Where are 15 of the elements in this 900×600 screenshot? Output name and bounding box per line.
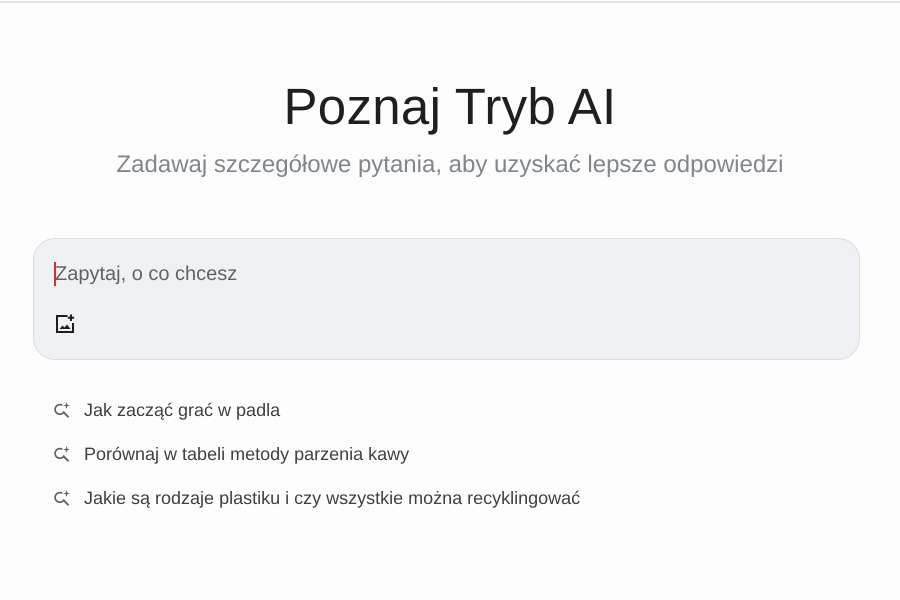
page-title: Poznaj Tryb AI (283, 77, 617, 137)
add-image-button[interactable] (54, 313, 76, 335)
search-box[interactable]: Zapytaj, o co chcesz (33, 238, 860, 360)
image-plus-icon (55, 314, 75, 334)
suggestion-text: Jak zacząć grać w padla (84, 400, 280, 420)
search-input[interactable]: Zapytaj, o co chcesz (54, 261, 839, 287)
suggestion-text: Jakie są rodzaje plastiku i czy wszystkie można recyklingować (84, 488, 580, 508)
suggestion-item[interactable]: Jak zacząć grać w padla (53, 398, 580, 422)
suggestion-item[interactable]: Porównaj w tabeli metody parzenia kawy (53, 442, 580, 466)
page-subtitle: Zadawaj szczegółowe pytania, aby uzyskać lepsze odpowiedzi (116, 150, 784, 180)
suggestion-item[interactable]: Jakie są rodzaje plastiku i czy wszystkie można recyklingować (53, 486, 580, 510)
sparkle-search-icon (53, 445, 71, 463)
sparkle-search-icon (53, 401, 71, 419)
sparkle-search-icon (53, 489, 71, 507)
suggestion-text: Porównaj w tabeli metody parzenia kawy (84, 444, 410, 464)
